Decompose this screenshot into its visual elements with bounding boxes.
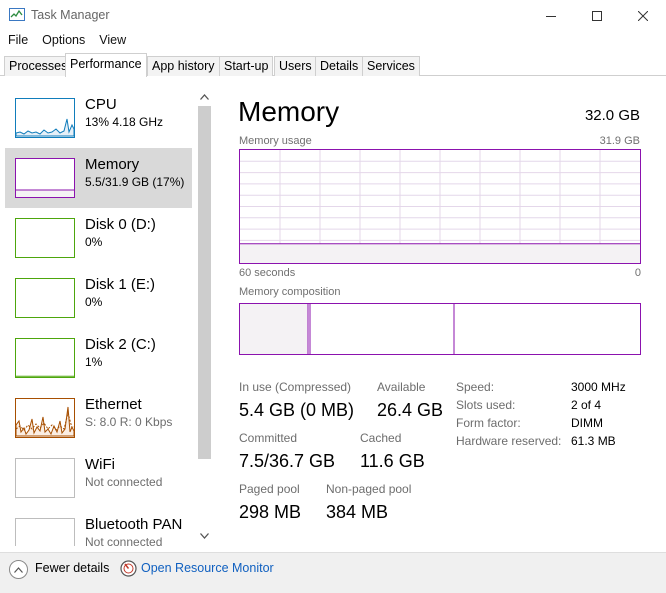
maximize-icon bbox=[592, 10, 602, 21]
non-paged-pool-value: 384 MB bbox=[326, 502, 389, 522]
disk-2-thumbnail-graph bbox=[15, 338, 75, 378]
close-button[interactable] bbox=[620, 0, 666, 31]
paged-pool-label: Paged pool bbox=[239, 482, 300, 496]
paged-pool-value: 298 MB bbox=[239, 502, 302, 522]
tab-users[interactable]: Users bbox=[274, 56, 317, 76]
fewer-details-link[interactable]: Fewer details bbox=[35, 561, 109, 575]
cached-value: 11.6 GB bbox=[360, 451, 425, 471]
task-manager-icon bbox=[9, 8, 25, 21]
slots-used-label: Slots used: bbox=[456, 398, 516, 412]
sidebar-item-label: Disk 1 (E:) bbox=[85, 276, 156, 293]
time-axis-left: 60 seconds bbox=[239, 267, 296, 279]
chevron-up-icon bbox=[200, 94, 209, 100]
sidebar-item-value: Not connected bbox=[85, 535, 163, 546]
hardware-reserved-value: 61.3 MB bbox=[571, 434, 616, 448]
scroll-up-button[interactable] bbox=[198, 90, 211, 104]
title-bar: Task Manager bbox=[0, 0, 666, 31]
sidebar-item-value: 13% 4.18 GHz bbox=[85, 115, 164, 129]
scrollbar-thumb[interactable] bbox=[198, 106, 211, 459]
menu-options[interactable]: Options bbox=[35, 31, 92, 51]
speed-value: 3000 MHz bbox=[571, 380, 626, 394]
memory-usage-label: Memory usage bbox=[239, 135, 312, 147]
footer-bar: Fewer details Open Resource Monitor bbox=[0, 552, 666, 593]
sidebar-item-ethernet[interactable]: Ethernet S: 8.0 R: 0 Kbps bbox=[5, 388, 192, 448]
sidebar-item-label: WiFi bbox=[85, 456, 115, 473]
sidebar-item-wifi[interactable]: WiFi Not connected bbox=[5, 448, 192, 508]
slots-used-value: 2 of 4 bbox=[571, 398, 602, 412]
disk-0-thumbnail-graph bbox=[15, 218, 75, 258]
chevron-up-icon bbox=[14, 566, 23, 573]
memory-total: 32.0 GB bbox=[584, 107, 640, 124]
tab-performance[interactable]: Performance bbox=[65, 53, 147, 77]
time-axis-right: 0 bbox=[634, 267, 641, 279]
cpu-thumbnail-graph bbox=[15, 98, 75, 138]
memory-thumbnail-graph bbox=[15, 158, 75, 198]
speed-label: Speed: bbox=[456, 380, 495, 394]
sidebar-item-value: 0% bbox=[85, 235, 103, 249]
committed-value: 7.5/36.7 GB bbox=[239, 451, 336, 471]
tab-services[interactable]: Services bbox=[362, 56, 420, 76]
menu-file[interactable]: File bbox=[0, 31, 35, 51]
sidebar-item-label: CPU bbox=[85, 96, 117, 113]
tab-processes[interactable]: Processes bbox=[4, 56, 73, 76]
sidebar-item-disk-0[interactable]: Disk 0 (D:) 0% bbox=[5, 208, 192, 268]
memory-usage-max: 31.9 GB bbox=[599, 135, 640, 147]
sidebar-item-value: Not connected bbox=[85, 475, 163, 489]
memory-composition-label: Memory composition bbox=[239, 286, 341, 298]
maximize-button[interactable] bbox=[574, 0, 620, 31]
wifi-thumbnail-graph bbox=[15, 458, 75, 498]
memory-usage-fill bbox=[240, 243, 640, 263]
tab-details[interactable]: Details bbox=[315, 56, 364, 76]
minimize-button[interactable] bbox=[528, 0, 574, 31]
open-resource-monitor-link[interactable]: Open Resource Monitor bbox=[141, 561, 274, 575]
memory-usage-graph bbox=[239, 149, 641, 264]
tab-app-history[interactable]: App history bbox=[147, 56, 220, 76]
sidebar-item-label: Disk 2 (C:) bbox=[85, 336, 156, 353]
sidebar-item-value: S: 8.0 R: 0 Kbps bbox=[85, 415, 173, 429]
bluetooth-pan-thumbnail-graph bbox=[15, 518, 75, 546]
page-title: Memory bbox=[238, 96, 340, 127]
sidebar-item-memory[interactable]: Memory 5.5/31.9 GB (17%) bbox=[5, 148, 192, 208]
available-label: Available bbox=[377, 380, 426, 394]
resource-list: CPU 13% 4.18 GHz Memory 5.5/31.9 GB (17%… bbox=[0, 77, 215, 546]
chevron-down-icon bbox=[200, 533, 209, 539]
sidebar-item-label: Ethernet bbox=[85, 396, 142, 413]
sidebar-item-value: 1% bbox=[85, 355, 103, 369]
sidebar-item-label: Bluetooth PAN bbox=[85, 516, 183, 533]
available-value: 26.4 GB bbox=[377, 400, 444, 420]
sidebar-item-disk-1[interactable]: Disk 1 (E:) 0% bbox=[5, 268, 192, 328]
fewer-details-button[interactable] bbox=[9, 560, 28, 579]
sidebar-item-cpu[interactable]: CPU 13% 4.18 GHz bbox=[5, 88, 192, 148]
menu-bar: File Options View bbox=[0, 31, 666, 51]
minimize-icon bbox=[546, 15, 556, 17]
sidebar-item-disk-2[interactable]: Disk 2 (C:) 1% bbox=[5, 328, 192, 388]
window-title: Task Manager bbox=[31, 8, 110, 22]
form-factor-value: DIMM bbox=[571, 416, 603, 430]
in-use-value: 5.4 GB (0 MB) bbox=[239, 400, 355, 420]
sidebar-item-value: 0% bbox=[85, 295, 103, 309]
cached-label: Cached bbox=[360, 431, 402, 445]
scroll-down-button[interactable] bbox=[198, 529, 211, 543]
non-paged-pool-label: Non-paged pool bbox=[326, 482, 412, 496]
sidebar-item-value: 5.5/31.9 GB (17%) bbox=[85, 175, 185, 189]
close-icon bbox=[638, 10, 648, 21]
memory-composition-bar bbox=[239, 303, 641, 355]
composition-in-use bbox=[240, 304, 308, 354]
tab-strip: Processes Performance App history Start-… bbox=[0, 53, 666, 77]
menu-view[interactable]: View bbox=[92, 31, 133, 51]
sidebar-item-bluetooth-pan[interactable]: Bluetooth PAN Not connected bbox=[5, 508, 192, 546]
in-use-label: In use (Compressed) bbox=[239, 380, 352, 394]
resource-monitor-icon bbox=[120, 560, 137, 577]
tab-start-up[interactable]: Start-up bbox=[219, 56, 274, 76]
disk-1-thumbnail-graph bbox=[15, 278, 75, 318]
sidebar-item-label: Disk 0 (D:) bbox=[85, 216, 156, 233]
sidebar-item-label: Memory bbox=[85, 156, 140, 173]
form-factor-label: Form factor: bbox=[456, 416, 521, 430]
committed-label: Committed bbox=[239, 431, 298, 445]
hardware-reserved-label: Hardware reserved: bbox=[456, 434, 562, 448]
ethernet-thumbnail-graph bbox=[15, 398, 75, 438]
